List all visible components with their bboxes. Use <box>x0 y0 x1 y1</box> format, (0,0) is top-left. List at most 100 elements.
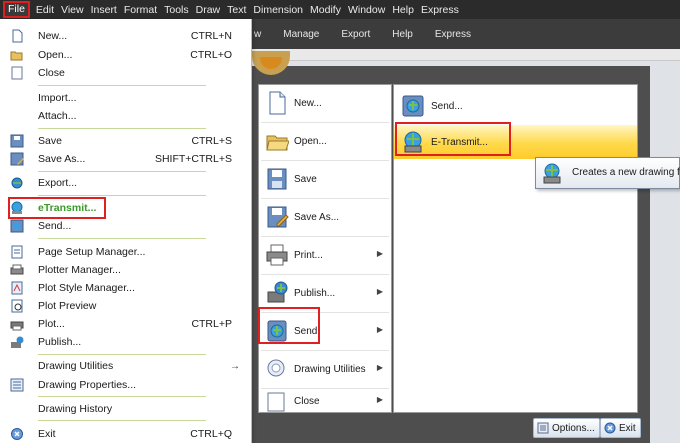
menu-file[interactable]: File <box>3 1 30 18</box>
e-transmit-highlight-box <box>395 122 511 156</box>
menu-view[interactable]: View <box>61 4 84 16</box>
menu-text[interactable]: Text <box>227 4 246 16</box>
menu-item-label: Attach... <box>38 110 77 122</box>
divider <box>261 122 389 123</box>
menu-format[interactable]: Format <box>124 4 157 16</box>
file-menu-drawing-utilities[interactable]: Drawing Utilities → <box>0 357 250 375</box>
file-menu-plot-preview[interactable]: Plot Preview <box>0 297 250 315</box>
app-item-label: Drawing Utilities <box>294 364 366 375</box>
submenu-arrow-icon: ▶ <box>376 249 383 258</box>
menu-item-label: Page Setup Manager... <box>38 246 146 258</box>
app-item-open[interactable]: Open... <box>259 124 391 160</box>
etransmit-highlight-box <box>8 197 106 219</box>
divider <box>38 171 206 172</box>
app-item-label: Close <box>294 396 320 407</box>
submenu-arrow-icon: ▶ <box>376 363 383 372</box>
file-menu-close[interactable]: Close <box>0 64 250 82</box>
app-item-print[interactable]: Print... ▶ <box>259 238 391 274</box>
submenu-item-send[interactable]: Send... <box>394 89 637 123</box>
menu-item-label: Publish... <box>38 336 82 348</box>
menu-edit[interactable]: Edit <box>36 4 54 16</box>
divider <box>261 274 389 275</box>
menu-insert[interactable]: Insert <box>91 4 117 16</box>
app-menu-footer: Options... Exit <box>258 415 641 441</box>
exit-button[interactable]: Exit <box>600 418 641 438</box>
app-item-label: Save <box>294 174 317 185</box>
app-item-save[interactable]: Save <box>259 162 391 198</box>
drawing-utilities-icon <box>267 359 285 377</box>
divider <box>38 420 206 421</box>
file-menu-publish[interactable]: Publish... <box>0 333 250 351</box>
file-menu-plotter-manager[interactable]: Plotter Manager... <box>0 261 250 279</box>
file-menu-drawing-properties[interactable]: Drawing Properties... <box>0 376 250 394</box>
divider <box>261 350 389 351</box>
file-menu-new[interactable]: New... CTRL+N <box>0 27 250 45</box>
file-menu-plot[interactable]: Plot... CTRL+P <box>0 315 250 333</box>
ribbon-tabs: w Manage Export Help Express <box>230 19 680 49</box>
options-label: Options... <box>552 422 595 434</box>
file-menu-exit[interactable]: Exit CTRL+Q <box>0 425 250 443</box>
file-menu-save-as[interactable]: Save As... SHIFT+CTRL+S <box>0 150 250 168</box>
options-icon <box>537 422 549 434</box>
menu-item-label: Close <box>38 67 65 79</box>
ribbon-tab-help[interactable]: Help <box>392 29 413 40</box>
file-menu-save[interactable]: Save CTRL+S <box>0 132 250 150</box>
ribbon-tab-express[interactable]: Express <box>435 29 471 40</box>
submenu-arrow-icon: ▶ <box>376 325 383 334</box>
menu-dimension[interactable]: Dimension <box>253 4 303 16</box>
app-item-label: Save As... <box>294 212 340 223</box>
menu-item-label: Export... <box>38 177 78 189</box>
divider <box>261 160 389 161</box>
menu-item-label: Save <box>38 135 62 147</box>
plotter-icon <box>10 264 24 275</box>
file-menu-export[interactable]: Export... <box>0 174 250 192</box>
file-menu-import[interactable]: Import... <box>0 89 250 107</box>
divider <box>38 195 206 196</box>
divider <box>38 238 206 239</box>
app-item-save-as[interactable]: Save As... <box>259 200 391 236</box>
app-item-drawing-utilities[interactable]: Drawing Utilities ▶ <box>259 352 391 388</box>
new-doc-icon <box>269 91 286 115</box>
open-folder-icon <box>10 51 23 61</box>
tooltip-text: Creates a new drawing fil <box>572 167 680 178</box>
menu-item-label: Plotter Manager... <box>38 264 121 276</box>
file-menu-drawing-history[interactable]: Drawing History <box>0 400 250 418</box>
menu-express[interactable]: Express <box>421 4 459 16</box>
ribbon-tab-manage[interactable]: Manage <box>283 29 319 40</box>
publish-icon <box>267 281 288 303</box>
menu-modify[interactable]: Modify <box>310 4 341 16</box>
menu-item-label: Drawing History <box>38 403 113 415</box>
ribbon-tab-partial[interactable]: w <box>254 29 261 40</box>
app-item-close[interactable]: Close ▶ <box>259 390 391 412</box>
menu-item-label: Plot Preview <box>38 300 97 312</box>
file-menu-attach[interactable]: Attach... <box>0 107 250 125</box>
file-menu-send[interactable]: Send... <box>0 217 250 235</box>
divider <box>38 128 206 129</box>
menu-item-label: Drawing Utilities <box>38 360 114 372</box>
menu-item-label: Plot... <box>38 318 65 330</box>
divider <box>38 85 206 86</box>
file-menu-plot-style-manager[interactable]: Plot Style Manager... <box>0 279 250 297</box>
save-as-icon <box>10 152 24 166</box>
menu-draw[interactable]: Draw <box>196 4 221 16</box>
menu-help[interactable]: Help <box>392 4 414 16</box>
file-menu-page-setup[interactable]: Page Setup Manager... <box>0 243 250 261</box>
menu-item-label: Import... <box>38 92 77 104</box>
send-highlight-box <box>258 307 320 344</box>
divider <box>261 236 389 237</box>
shortcut-label: CTRL+N <box>190 30 232 42</box>
menu-window[interactable]: Window <box>348 4 385 16</box>
close-doc-icon <box>267 392 285 412</box>
exit-icon <box>604 422 616 434</box>
divider <box>38 354 206 355</box>
submenu-arrow-icon: ▶ <box>376 287 383 296</box>
menu-item-label: Open... <box>38 49 73 61</box>
menu-tools[interactable]: Tools <box>164 4 189 16</box>
save-as-icon <box>267 206 289 228</box>
plot-preview-icon <box>11 299 23 313</box>
app-item-new[interactable]: New... <box>259 86 391 122</box>
options-button[interactable]: Options... <box>533 418 600 438</box>
page-setup-icon <box>11 245 23 259</box>
ribbon-tab-export[interactable]: Export <box>341 29 370 40</box>
file-menu-open[interactable]: Open... CTRL+O <box>0 46 250 64</box>
